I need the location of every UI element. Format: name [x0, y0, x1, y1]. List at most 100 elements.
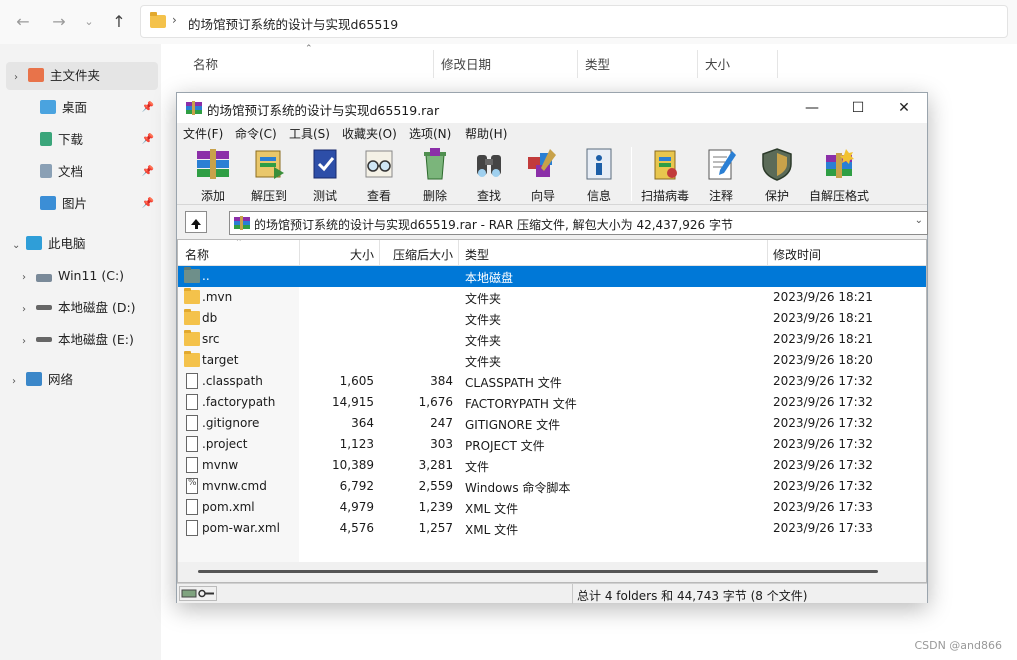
scrollbar-thumb[interactable]: [198, 570, 878, 573]
column-header-name[interactable]: 名称: [193, 54, 218, 73]
comment-button[interactable]: 注释: [695, 147, 747, 203]
sidebar-item-drive-c[interactable]: › Win11 (C:): [22, 262, 160, 290]
file-icon: [186, 436, 198, 452]
column-header-packed[interactable]: 压缩后大小: [379, 246, 453, 263]
breadcrumb-path[interactable]: 的场馆预订系统的设计与实现d65519: [188, 14, 398, 33]
chevron-right-icon[interactable]: ›: [22, 296, 36, 324]
menu-help[interactable]: 帮助(H): [465, 125, 507, 142]
menu-options[interactable]: 选项(N): [409, 125, 451, 142]
chevron-down-icon[interactable]: ⌄: [78, 11, 100, 33]
chevron-right-icon[interactable]: ›: [22, 328, 36, 356]
file-modified: 2023/9/26 17:32: [773, 395, 873, 409]
menu-commands[interactable]: 命令(C): [235, 125, 277, 142]
sfx-button[interactable]: 自解压格式: [807, 147, 871, 203]
file-row[interactable]: src 文件夹 2023/9/26 18:21: [178, 329, 926, 350]
delete-button[interactable]: 删除: [409, 147, 461, 203]
column-header-type[interactable]: 类型: [465, 246, 489, 263]
file-size: 364: [351, 416, 374, 430]
file-name: mvnw: [202, 458, 239, 472]
sidebar-item-this-pc[interactable]: ⌄ 此电脑: [12, 230, 160, 258]
file-modified: 2023/9/26 17:32: [773, 458, 873, 472]
chevron-right-icon[interactable]: ›: [22, 264, 36, 292]
file-row[interactable]: db 文件夹 2023/9/26 18:21: [178, 308, 926, 329]
virus-scan-button[interactable]: 扫描病毒: [637, 147, 693, 203]
archive-path-field[interactable]: 的场馆预订系统的设计与实现d65519.rar - RAR 压缩文件, 解包大小…: [229, 211, 928, 235]
protect-button[interactable]: 保护: [751, 147, 803, 203]
sidebar-item-home[interactable]: › 主文件夹: [6, 62, 158, 90]
parent-folder-row[interactable]: .. 本地磁盘: [178, 266, 926, 287]
computer-icon: [26, 236, 42, 250]
add-button[interactable]: 添加: [187, 147, 239, 203]
back-arrow-icon[interactable]: ←: [12, 11, 34, 33]
sidebar-item-network[interactable]: › 网络: [12, 366, 160, 394]
column-divider[interactable]: [697, 50, 698, 78]
desktop-icon: [40, 100, 56, 114]
test-button[interactable]: 测试: [299, 147, 351, 203]
menu-tools[interactable]: 工具(S): [289, 125, 330, 142]
file-icon: [186, 373, 198, 389]
close-button[interactable]: ✕: [881, 93, 927, 123]
file-type: XML 文件: [465, 523, 519, 537]
file-type: FACTORYPATH 文件: [465, 397, 577, 411]
maximize-button[interactable]: ☐: [835, 93, 881, 123]
file-row[interactable]: .factorypath 14,915 1,676 FACTORYPATH 文件 202…: [178, 392, 926, 413]
file-row[interactable]: .gitignore 364 247 GITIGNORE 文件 2023/9/26 17…: [178, 413, 926, 434]
horizontal-scrollbar[interactable]: [178, 562, 926, 582]
column-divider[interactable]: [577, 50, 578, 78]
address-bar[interactable]: › 的场馆预订系统的设计与实现d65519: [140, 5, 1008, 38]
wizard-button[interactable]: 向导: [517, 147, 569, 203]
column-header-modified[interactable]: 修改时间: [773, 246, 821, 263]
file-icon: [186, 457, 198, 473]
column-header-name[interactable]: 名称: [185, 246, 209, 263]
file-type: CLASSPATH 文件: [465, 376, 562, 390]
folder-icon: [184, 330, 200, 346]
view-button[interactable]: 查看: [353, 147, 405, 203]
menu-favorites[interactable]: 收藏夹(O): [342, 125, 397, 142]
find-button[interactable]: 查找: [463, 147, 515, 203]
column-header-type[interactable]: 类型: [585, 54, 610, 73]
window-title: 的场馆预订系统的设计与实现d65519.rar: [207, 103, 440, 118]
title-bar[interactable]: 的场馆预订系统的设计与实现d65519.rar — ☐ ✕: [177, 93, 927, 123]
file-row[interactable]: .mvn 文件夹 2023/9/26 18:21: [178, 287, 926, 308]
chevron-down-icon[interactable]: ⌄: [915, 215, 923, 226]
file-type: GITIGNORE 文件: [465, 418, 561, 432]
file-type: 文件夹: [465, 334, 502, 348]
sidebar-item-downloads[interactable]: 下载 📌: [40, 126, 160, 154]
chevron-down-icon[interactable]: ⌄: [12, 232, 26, 260]
winrar-window: 的场馆预订系统的设计与实现d65519.rar — ☐ ✕ 文件(F) 命令(C…: [176, 92, 928, 604]
column-divider[interactable]: [433, 50, 434, 78]
column-divider[interactable]: [767, 240, 768, 266]
drive-key-icon[interactable]: [179, 586, 217, 601]
column-divider[interactable]: [777, 50, 778, 78]
column-header-size[interactable]: 大小: [705, 54, 730, 73]
sidebar-item-drive-d[interactable]: › 本地磁盘 (D:): [22, 294, 160, 322]
menu-file[interactable]: 文件(F): [183, 125, 223, 142]
sidebar-item-documents[interactable]: 文档 📌: [40, 158, 160, 186]
folder-icon: [184, 309, 200, 325]
forward-arrow-icon[interactable]: →: [48, 11, 70, 33]
column-header-size[interactable]: 大小: [299, 246, 374, 263]
file-type: 文件夹: [465, 355, 502, 369]
sfx-icon: [826, 149, 854, 178]
up-arrow-icon[interactable]: ↑: [108, 11, 130, 33]
column-divider[interactable]: [458, 240, 459, 266]
sidebar-item-pictures[interactable]: 图片 📌: [40, 190, 160, 218]
file-row[interactable]: .project 1,123 303 PROJECT 文件 2023/9/26 17:3…: [178, 434, 926, 455]
extract-to-button[interactable]: 解压到: [243, 147, 295, 203]
sidebar-item-drive-e[interactable]: › 本地磁盘 (E:): [22, 326, 160, 354]
minimize-button[interactable]: —: [789, 93, 835, 123]
file-row[interactable]: target 文件夹 2023/9/26 18:20: [178, 350, 926, 371]
file-row[interactable]: mvnw.cmd 6,792 2,559 Windows 命令脚本 2023/9/26 …: [178, 476, 926, 497]
column-header-modified[interactable]: 修改日期: [441, 54, 491, 73]
chevron-right-icon[interactable]: ›: [12, 368, 26, 396]
file-row[interactable]: pom-war.xml 4,576 1,257 XML 文件 2023/9/26 17:…: [178, 518, 926, 539]
info-button[interactable]: 信息: [573, 147, 625, 203]
file-row[interactable]: mvnw 10,389 3,281 文件 2023/9/26 17:32: [178, 455, 926, 476]
sidebar-item-desktop[interactable]: 桌面 📌: [40, 94, 160, 122]
folder-icon: [184, 351, 200, 367]
chevron-right-icon[interactable]: ›: [14, 64, 28, 92]
file-row[interactable]: pom.xml 4,979 1,239 XML 文件 2023/9/26 17:33: [178, 497, 926, 518]
up-folder-button[interactable]: [185, 211, 207, 233]
file-icon: [186, 520, 198, 536]
file-row[interactable]: .classpath 1,605 384 CLASSPATH 文件 2023/9/26 …: [178, 371, 926, 392]
